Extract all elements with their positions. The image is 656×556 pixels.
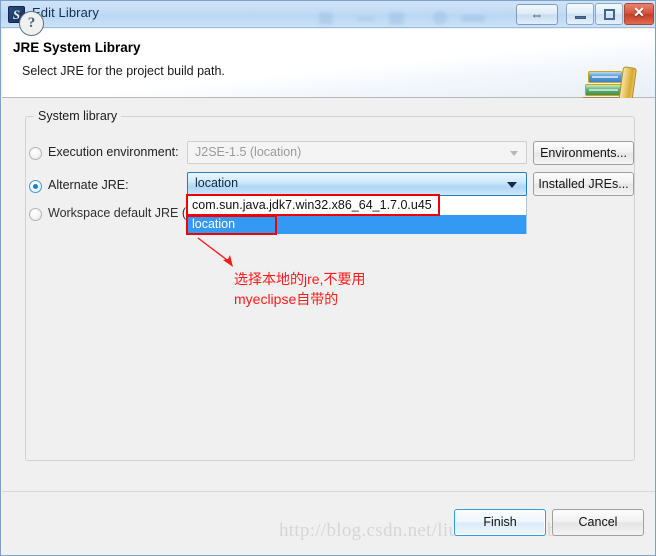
alternate-jre-value: location [195,176,239,190]
annotation-text: 选择本地的jre,不要用 myeclipse自带的 [234,269,365,309]
finish-button[interactable]: Finish [454,509,546,536]
maximize-icon [604,9,615,20]
help-icon[interactable]: ? [19,11,44,36]
page-title: JRE System Library [13,40,141,55]
window-controls-group: ✕ [566,3,654,26]
dialog-banner: JRE System Library Select JRE for the pr… [2,29,655,112]
radio-alternate-jre[interactable] [29,180,42,193]
annotation-line-2: myeclipse自带的 [234,291,339,307]
radio-workspace-default-jre[interactable] [29,208,42,221]
title-bar[interactable]: S Edit Library ⇔ ✕ [1,1,655,28]
close-button[interactable]: ✕ [624,3,654,25]
dropdown-option-jdk7[interactable]: com.sun.java.jdk7.win32.x86_64_1.7.0.u45 [188,196,526,215]
minimize-icon [575,16,586,19]
close-icon: ✕ [633,6,645,21]
execution-environment-combo: J2SE-1.5 (location) [187,141,527,164]
chevron-down-icon[interactable] [507,182,517,188]
chevron-down-icon [510,151,518,156]
restore-down-button[interactable]: ⇔ [516,4,558,25]
maximize-button[interactable] [595,3,623,25]
alternate-jre-dropdown-list[interactable]: com.sun.java.jdk7.win32.x86_64_1.7.0.u45… [187,196,527,234]
page-subtitle: Select JRE for the project build path. [22,64,225,78]
installed-jres-button[interactable]: Installed JREs... [533,172,634,196]
radio-execution-environment[interactable] [29,147,42,160]
environments-button[interactable]: Environments... [533,141,634,165]
restore-arrows-icon: ⇔ [530,7,544,22]
label-execution-environment: Execution environment: [48,145,179,159]
label-alternate-jre: Alternate JRE: [48,178,129,192]
background-bleed-through [311,10,506,28]
dropdown-option-location[interactable]: location [188,215,526,234]
edit-library-dialog: S Edit Library ⇔ ✕ JRE System Library Se… [0,0,656,556]
annotation-arrow-icon [197,237,233,267]
execution-environment-value: J2SE-1.5 (location) [195,145,302,159]
annotation-line-1: 选择本地的jre,不要用 [234,271,366,287]
cancel-button[interactable]: Cancel [552,509,644,536]
label-workspace-default-jre: Workspace default JRE ( [48,206,187,220]
alternate-jre-combo[interactable]: location [187,172,527,196]
minimize-button[interactable] [566,3,594,25]
screen: S Edit Library ⇔ ✕ JRE System Library Se… [0,0,656,556]
group-title-label: System library [34,109,122,123]
